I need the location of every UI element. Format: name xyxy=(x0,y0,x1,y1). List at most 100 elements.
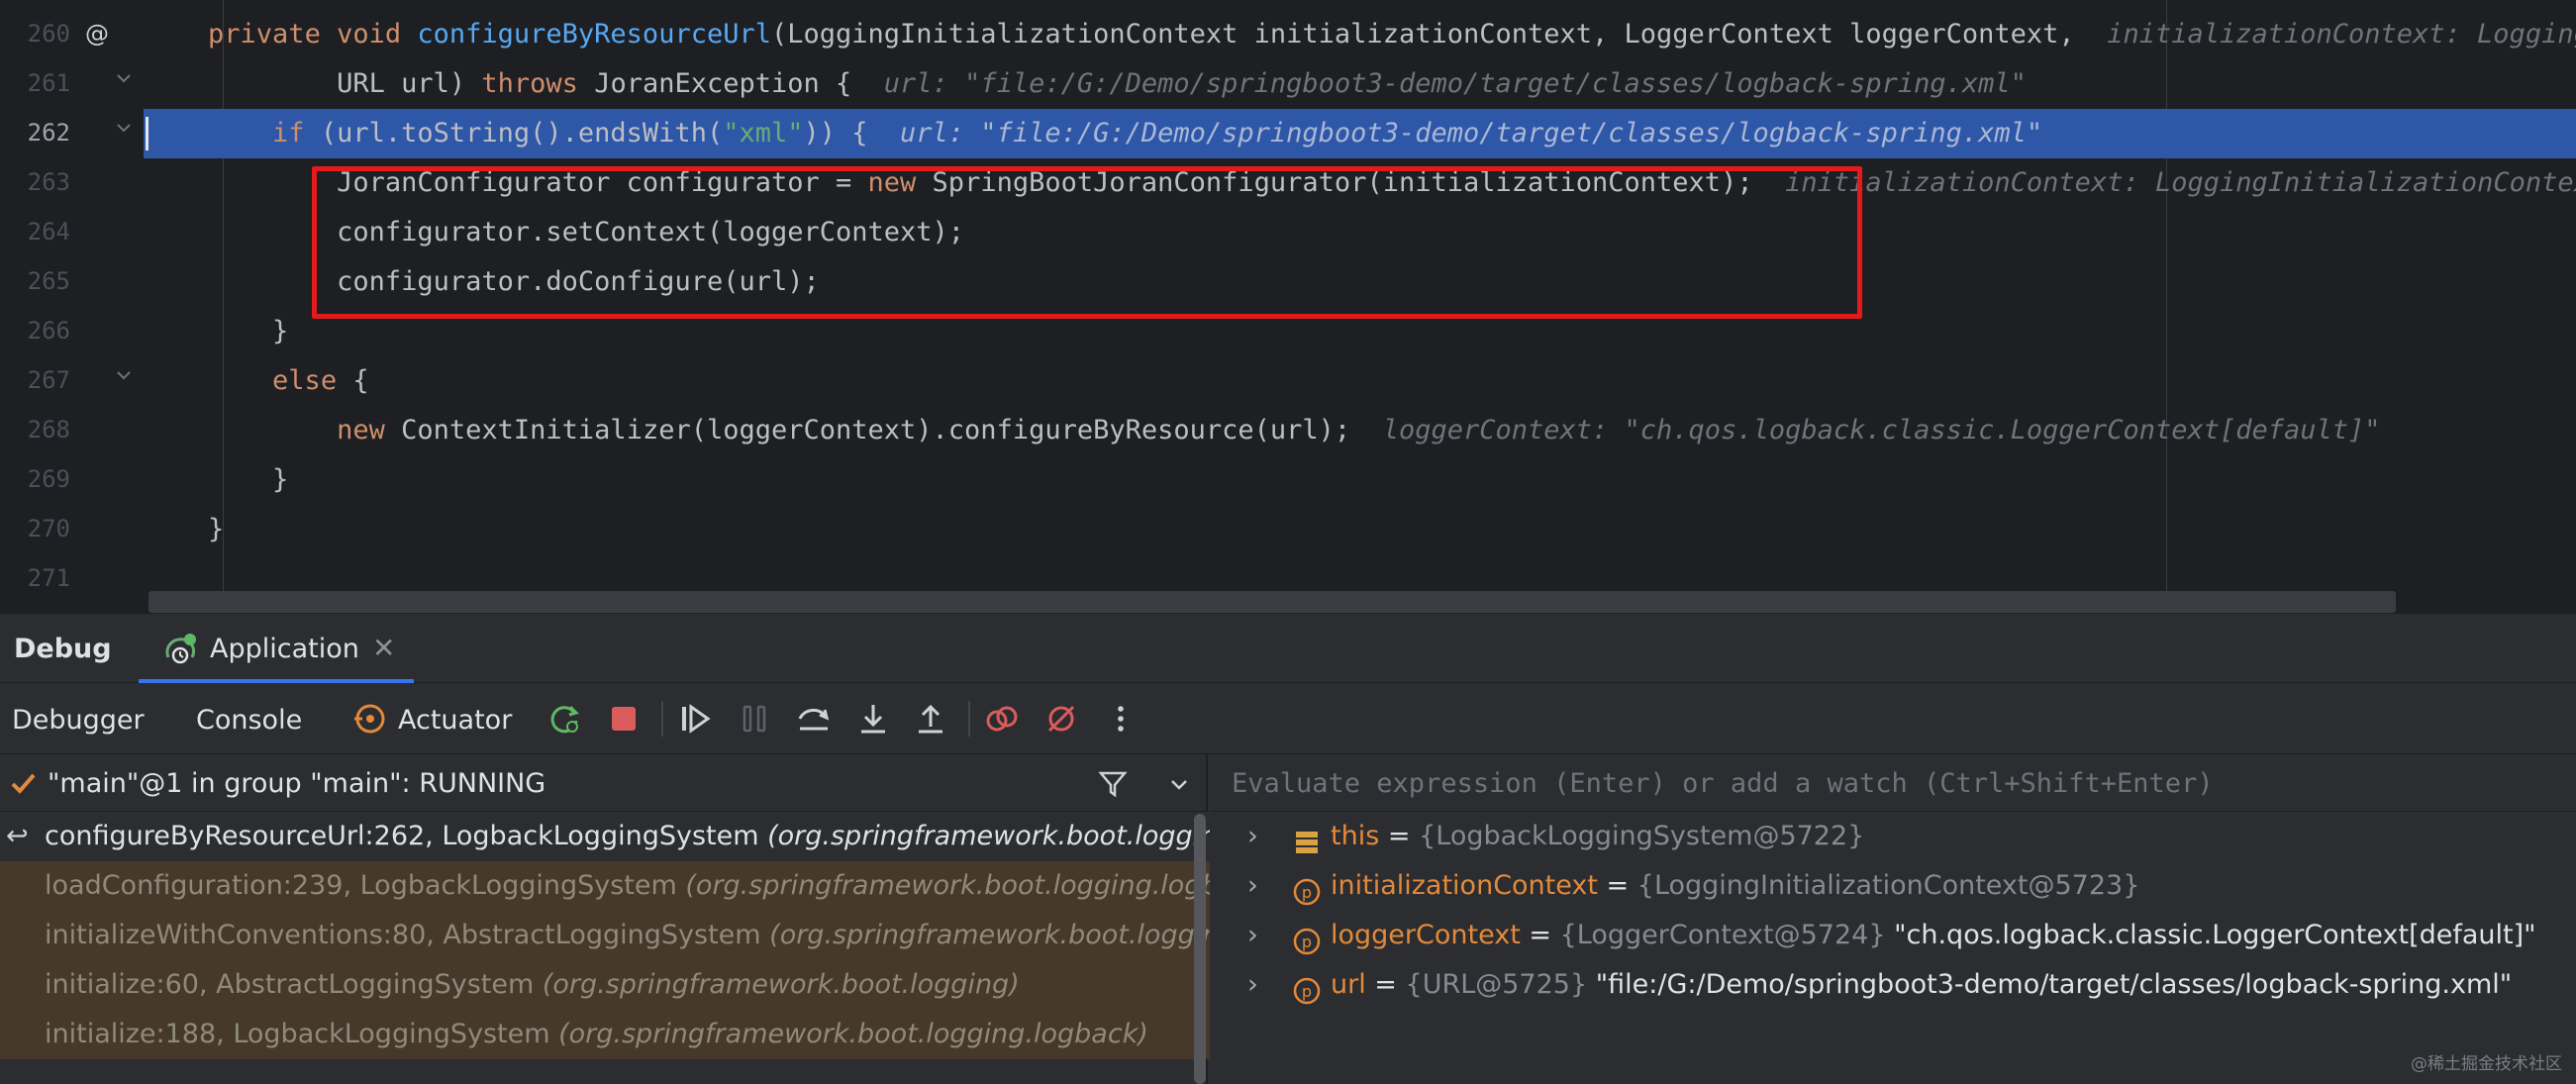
line-number: 269 xyxy=(27,465,70,493)
actuator-icon[interactable] xyxy=(350,699,390,739)
close-icon[interactable]: ✕ xyxy=(372,632,395,664)
step-into-icon[interactable] xyxy=(853,699,893,739)
parameter-icon: p xyxy=(1293,923,1321,955)
stack-frame[interactable]: initialize:188, LogbackLoggingSystem (or… xyxy=(0,1010,1210,1059)
code-line[interactable]: URL url) throws JoranException { url: "f… xyxy=(144,59,2576,109)
step-over-icon[interactable] xyxy=(794,699,834,739)
debug-tool-window: Debug Application ✕ Debugger Console Act… xyxy=(0,614,2576,1084)
string-literal: "xml" xyxy=(723,118,804,148)
thread-label: "main"@1 in group "main": RUNNING xyxy=(48,768,546,799)
fold-chevron-icon[interactable] xyxy=(115,366,133,384)
svg-text:p: p xyxy=(1302,883,1312,902)
gutter-line[interactable]: 267 xyxy=(0,356,144,406)
filter-icon[interactable] xyxy=(1097,768,1129,804)
variable-row[interactable]: › p initializationContext = {LoggingInit… xyxy=(1210,861,2576,911)
thread-selector[interactable]: "main"@1 in group "main": RUNNING xyxy=(0,754,1208,812)
keyword: new xyxy=(337,415,385,445)
step-out-icon[interactable] xyxy=(911,699,950,739)
parameter-icon: p xyxy=(1293,972,1321,1005)
rerun-icon[interactable] xyxy=(545,699,584,739)
line-number: 261 xyxy=(27,69,70,97)
code-line[interactable]: private void configureByResourceUrl(Logg… xyxy=(144,10,2576,59)
stack-frame[interactable]: initializeWithConventions:80, AbstractLo… xyxy=(0,911,1210,960)
stack-frame-selected[interactable]: ↩ configureByResourceUrl:262, LogbackLogg… xyxy=(0,812,1210,861)
debug-toolbar: Debugger Console Actuator xyxy=(0,683,2576,754)
expand-arrow-icon[interactable]: › xyxy=(1247,911,1258,960)
pause-icon[interactable] xyxy=(735,699,774,739)
line-number: 260 xyxy=(27,20,70,48)
tab-application[interactable]: Application ✕ xyxy=(139,614,414,683)
frames-scrollbar[interactable] xyxy=(1194,814,1206,1084)
variable-type: {LoggerContext@5724} xyxy=(1559,920,1895,950)
variable-value: "file:/G:/Demo/springboot3-demo/target/c… xyxy=(1595,969,2513,1000)
expand-arrow-icon[interactable]: › xyxy=(1247,861,1258,911)
variables-panel: Evaluate expression (Enter) or add a wat… xyxy=(1210,754,2576,1084)
gutter-line-current[interactable]: 262 xyxy=(0,109,144,158)
tab-debugger[interactable]: Debugger xyxy=(12,705,145,736)
svg-text:p: p xyxy=(1302,933,1312,951)
editor-gutter[interactable]: 260 @ 261 262 263 264 265 266 267 268 26… xyxy=(0,0,144,614)
code-line[interactable]: new ContextInitializer(loggerContext).co… xyxy=(144,406,2576,455)
line-number: 267 xyxy=(27,366,70,394)
variable-row[interactable]: › this = {LogbackLoggingSystem@5722} xyxy=(1210,812,2576,861)
stop-icon[interactable] xyxy=(604,699,644,739)
toolbar-separator xyxy=(968,701,970,737)
checkmark-icon xyxy=(8,768,38,802)
gutter-line[interactable]: 260 @ xyxy=(0,10,144,59)
code-editor[interactable]: 260 @ 261 262 263 264 265 266 267 268 26… xyxy=(0,0,2576,614)
fold-chevron-icon[interactable] xyxy=(115,69,133,87)
variable-type: {LoggingInitializationContext@5723} xyxy=(1636,870,2140,901)
chevron-down-icon[interactable] xyxy=(1168,774,1190,800)
code-line[interactable]: else { xyxy=(144,356,2576,406)
spring-run-icon xyxy=(162,632,202,669)
resume-icon[interactable] xyxy=(675,699,715,739)
stack-frame[interactable]: loadConfiguration:239, LogbackLoggingSys… xyxy=(0,861,1210,911)
gutter-line[interactable]: 261 xyxy=(0,59,144,109)
variable-row[interactable]: › p url = {URL@5725} "file:/G:/Demo/spri… xyxy=(1210,960,2576,1010)
gutter-line[interactable]: 269 xyxy=(0,455,144,505)
text-caret xyxy=(146,117,149,150)
variable-name: loggerContext xyxy=(1331,920,1521,950)
frames-panel: "main"@1 in group "main": RUNNING ↩ confi… xyxy=(0,754,1210,1084)
keyword: private void xyxy=(208,19,418,49)
line-number: 263 xyxy=(27,168,70,196)
keyword: else xyxy=(272,365,338,396)
horizontal-scrollbar[interactable] xyxy=(149,591,2396,613)
gutter-line[interactable]: 266 xyxy=(0,307,144,356)
variable-row[interactable]: › p loggerContext = {LoggerContext@5724}… xyxy=(1210,911,2576,960)
line-number: 262 xyxy=(27,119,70,147)
line-number: 266 xyxy=(27,317,70,345)
highlight-annotation-box xyxy=(312,166,1862,319)
override-annotation-icon[interactable]: @ xyxy=(85,20,109,48)
expand-arrow-icon[interactable]: › xyxy=(1247,960,1258,1010)
code-line[interactable]: } xyxy=(144,505,2576,554)
mute-breakpoints-icon[interactable] xyxy=(1041,699,1081,739)
expand-arrow-icon[interactable]: › xyxy=(1247,812,1258,861)
evaluate-expression-input[interactable]: Evaluate expression (Enter) or add a wat… xyxy=(1210,754,2576,812)
gutter-line[interactable]: 265 xyxy=(0,257,144,307)
inline-debug-hint: initializationContext: LoggingInitializa… xyxy=(2107,19,2576,49)
tab-actuator[interactable]: Actuator xyxy=(398,705,512,736)
field-stack-icon xyxy=(1293,824,1321,853)
stack-frame[interactable]: initialize:60, AbstractLoggingSystem (or… xyxy=(0,960,1210,1010)
keyword: throws xyxy=(481,68,578,99)
line-number: 268 xyxy=(27,416,70,443)
gutter-line[interactable]: 263 xyxy=(0,158,144,208)
gutter-line[interactable]: 270 xyxy=(0,505,144,554)
more-options-icon[interactable] xyxy=(1101,699,1140,739)
gutter-line[interactable]: 271 xyxy=(0,554,144,604)
variable-name: url xyxy=(1331,969,1366,1000)
view-breakpoints-icon[interactable] xyxy=(982,699,1022,739)
fold-chevron-icon[interactable] xyxy=(115,119,133,137)
variable-type: {LogbackLoggingSystem@5722} xyxy=(1419,821,1865,851)
code-line[interactable]: } xyxy=(144,455,2576,505)
gutter-line[interactable]: 268 xyxy=(0,406,144,455)
gutter-line[interactable]: 264 xyxy=(0,208,144,257)
evaluate-placeholder: Evaluate expression (Enter) or add a wat… xyxy=(1232,768,2214,799)
toolbar-separator xyxy=(661,701,663,737)
tab-application-label: Application xyxy=(210,634,359,664)
return-arrow-icon: ↩ xyxy=(6,821,29,851)
tab-console[interactable]: Console xyxy=(196,705,302,736)
code-line-execution-point[interactable]: if (url.toString().endsWith("xml")) { ur… xyxy=(144,109,2576,158)
debug-tab-row: Debug Application ✕ xyxy=(0,614,2576,683)
